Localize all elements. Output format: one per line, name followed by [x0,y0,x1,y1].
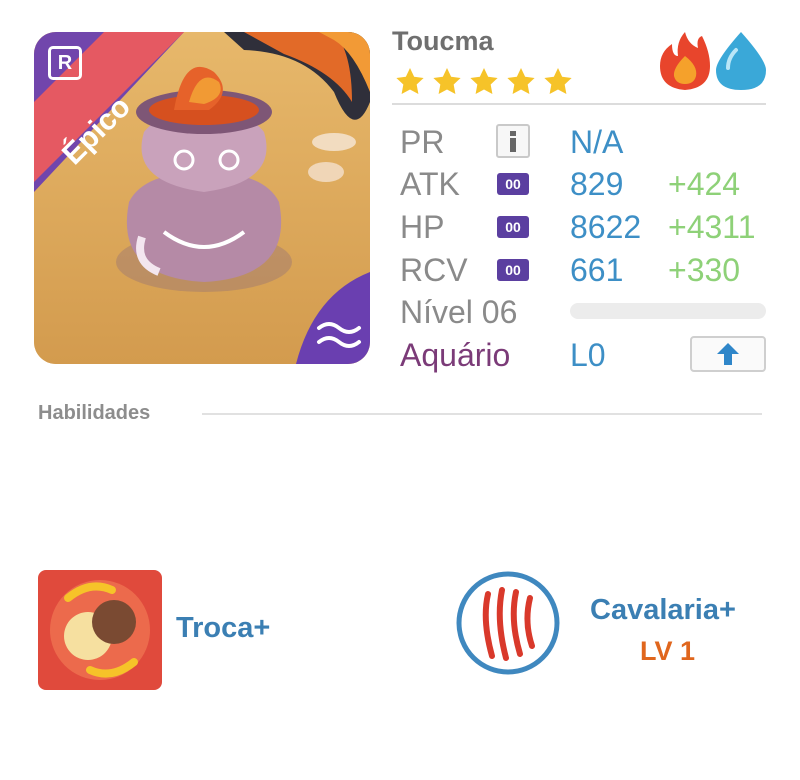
monster-name: Toucma [392,26,494,56]
info-button[interactable] [496,124,530,158]
rarity-badge: R [48,46,82,80]
level-label: Nível 06 [400,294,518,330]
hp-rank-badge: 00 [497,216,529,238]
claw-skill-icon [456,571,560,675]
habitat-level: L0 [570,337,606,373]
rarity-badge-letter: R [57,52,73,74]
swap-skill-icon [38,570,162,690]
skills-section-title: Habilidades [38,402,151,424]
atk-rank-badge: 00 [497,173,529,195]
rcv-value: 661 [570,252,624,288]
monster-artwork [34,32,370,364]
skill-name-swap: Troca+ [176,612,271,644]
level-progress-bar [570,303,766,319]
habitat-label: Aquário [400,337,511,373]
rcv-bonus: +330 [668,252,741,288]
hp-bonus: +4311 [668,209,756,245]
atk-bonus: +424 [668,166,741,202]
atk-value: 829 [570,166,624,202]
hp-value: 8622 [570,209,642,245]
upgrade-button[interactable] [690,336,766,372]
star-rating [394,66,574,98]
skills-section-divider [202,413,762,415]
skill-level-cavalry: LV 1 [640,636,696,666]
star-icon [470,68,498,94]
pr-value: N/A [570,124,624,160]
rcv-rank-badge: 00 [497,259,529,281]
info-icon [510,131,516,152]
monster-card[interactable]: R Épico [34,32,370,364]
star-icon [507,68,535,94]
star-icon [433,68,461,94]
arrow-up-icon [717,343,739,365]
skill-name-cavalry: Cavalaria+ [590,594,736,626]
header-divider [392,103,766,105]
element-icons [658,30,768,92]
water-icon [716,32,766,90]
atk-label: ATK [400,166,460,202]
fire-icon [660,32,710,90]
rcv-label: RCV [400,252,468,288]
star-icon [544,68,572,94]
hp-label: HP [400,209,445,245]
pr-label: PR [400,124,445,160]
star-icon [396,68,424,94]
